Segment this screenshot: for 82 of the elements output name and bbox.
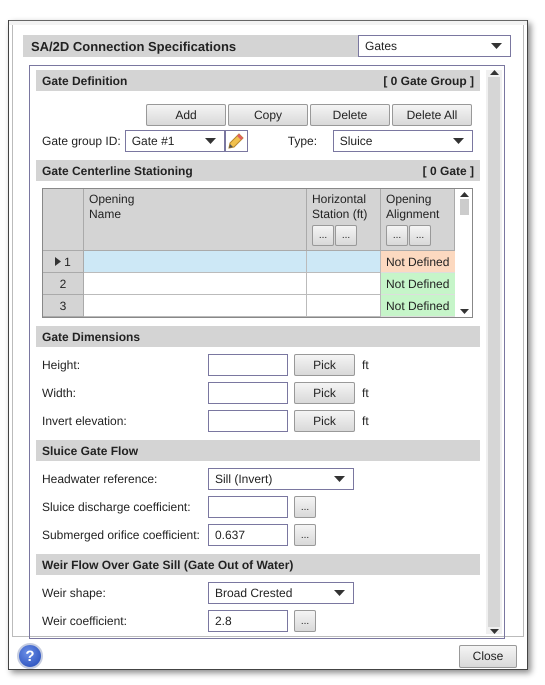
row-number: 3 (60, 298, 66, 312)
gate-id-dropdown[interactable]: Gate #1 (124, 130, 225, 152)
field-label: Invert elevation: (42, 414, 128, 428)
header-text: Opening (386, 192, 432, 207)
field-label: Width: (42, 386, 78, 400)
section-title: Gate Definition (42, 74, 128, 88)
input-field[interactable] (208, 410, 288, 432)
field-label: Type: (288, 134, 318, 148)
edit-button[interactable] (224, 130, 248, 152)
status-cell: Not Defined (381, 273, 455, 295)
header-text: Horizontal (312, 192, 368, 207)
unit-label: ft (362, 358, 369, 372)
column-button[interactable]: ... (312, 225, 334, 246)
status-cell: Not Defined (381, 251, 455, 273)
browse-button[interactable]: ... (294, 496, 316, 518)
current-row-icon (55, 257, 62, 266)
dropdown-field[interactable]: Sill (Invert) (208, 468, 354, 490)
dropdown-arrow-icon (334, 590, 345, 596)
action-button[interactable]: Delete All (392, 104, 472, 126)
row-number: 2 (60, 276, 66, 290)
close-button[interactable]: Close (459, 644, 517, 668)
input-field[interactable]: 0.637 (208, 524, 288, 546)
pick-button[interactable]: Pick (294, 382, 355, 404)
field-label: Headwater reference: (42, 472, 158, 486)
field-label: Weir shape: (42, 586, 107, 600)
action-button[interactable]: Add (146, 104, 226, 126)
input-field[interactable] (208, 496, 288, 518)
column-button[interactable]: ... (409, 225, 431, 246)
field-label: Gate group ID: (42, 134, 121, 148)
scroll-down-icon[interactable] (460, 309, 468, 314)
status-cell: Not Defined (381, 295, 455, 317)
header-text: Alignment (386, 207, 440, 222)
row-header[interactable]: 2 (43, 273, 84, 295)
input-field[interactable]: 2.8 (208, 610, 288, 632)
table-cell[interactable] (84, 273, 307, 295)
unit-label: ft (362, 414, 369, 428)
input-field[interactable] (208, 354, 288, 376)
column-button[interactable]: ... (335, 225, 357, 246)
table-cell[interactable] (307, 295, 381, 317)
scroll-thumb[interactable] (460, 199, 468, 215)
header-text: Opening (89, 192, 136, 207)
count-label: [ 0 Gate Group ] (383, 74, 474, 88)
scroll-up-icon[interactable] (490, 70, 498, 75)
dropdown-arrow-icon (334, 476, 345, 482)
help-button[interactable]: ? (17, 643, 43, 669)
field-label: Submerged orifice coefficient: (42, 528, 201, 542)
dropdown-arrow-icon (452, 138, 464, 144)
action-button[interactable]: Copy (228, 104, 308, 126)
pick-button[interactable]: Pick (294, 410, 355, 432)
dropdown-arrow-icon (204, 138, 216, 144)
section-dropdown[interactable]: Gates (358, 35, 511, 57)
browse-button[interactable]: ... (294, 524, 316, 546)
field-label: Sluice discharge coefficient: (42, 500, 192, 514)
column-button[interactable]: ... (386, 225, 408, 246)
section-title: Weir Flow Over Gate Sill (Gate Out of Water) (42, 558, 294, 572)
header-title: SA/2D Connection Specifications (31, 38, 236, 54)
pick-button[interactable]: Pick (294, 354, 355, 376)
section-title: Sluice Gate Flow (42, 444, 138, 458)
table-cell[interactable] (307, 251, 381, 273)
browse-button[interactable]: ... (294, 610, 316, 632)
table-cell[interactable] (307, 273, 381, 295)
row-header[interactable]: 1 (43, 251, 84, 273)
action-button[interactable]: Delete (310, 104, 390, 126)
table-cell[interactable] (84, 251, 307, 273)
header-text: Station (ft) (312, 207, 368, 222)
count-label: [ 0 Gate ] (422, 164, 474, 178)
table-cell[interactable] (84, 295, 307, 317)
section-title: Gate Centerline Stationing (42, 164, 193, 178)
type-dropdown[interactable]: Sluice (332, 130, 473, 152)
unit-label: ft (362, 386, 369, 400)
pencil-icon (228, 133, 244, 149)
section-title: Gate Dimensions (42, 330, 140, 344)
row-number: 1 (64, 254, 71, 268)
input-field[interactable] (208, 382, 288, 404)
dropdown-field[interactable]: Broad Crested (208, 582, 354, 604)
field-label: Weir coefficient: (42, 614, 128, 628)
scroll-down-icon[interactable] (490, 629, 498, 634)
scroll-up-icon[interactable] (460, 192, 468, 197)
header-text: Name (89, 207, 122, 222)
row-header[interactable]: 3 (43, 295, 84, 317)
field-label: Height: (42, 358, 82, 372)
dropdown-arrow-icon (491, 43, 502, 49)
